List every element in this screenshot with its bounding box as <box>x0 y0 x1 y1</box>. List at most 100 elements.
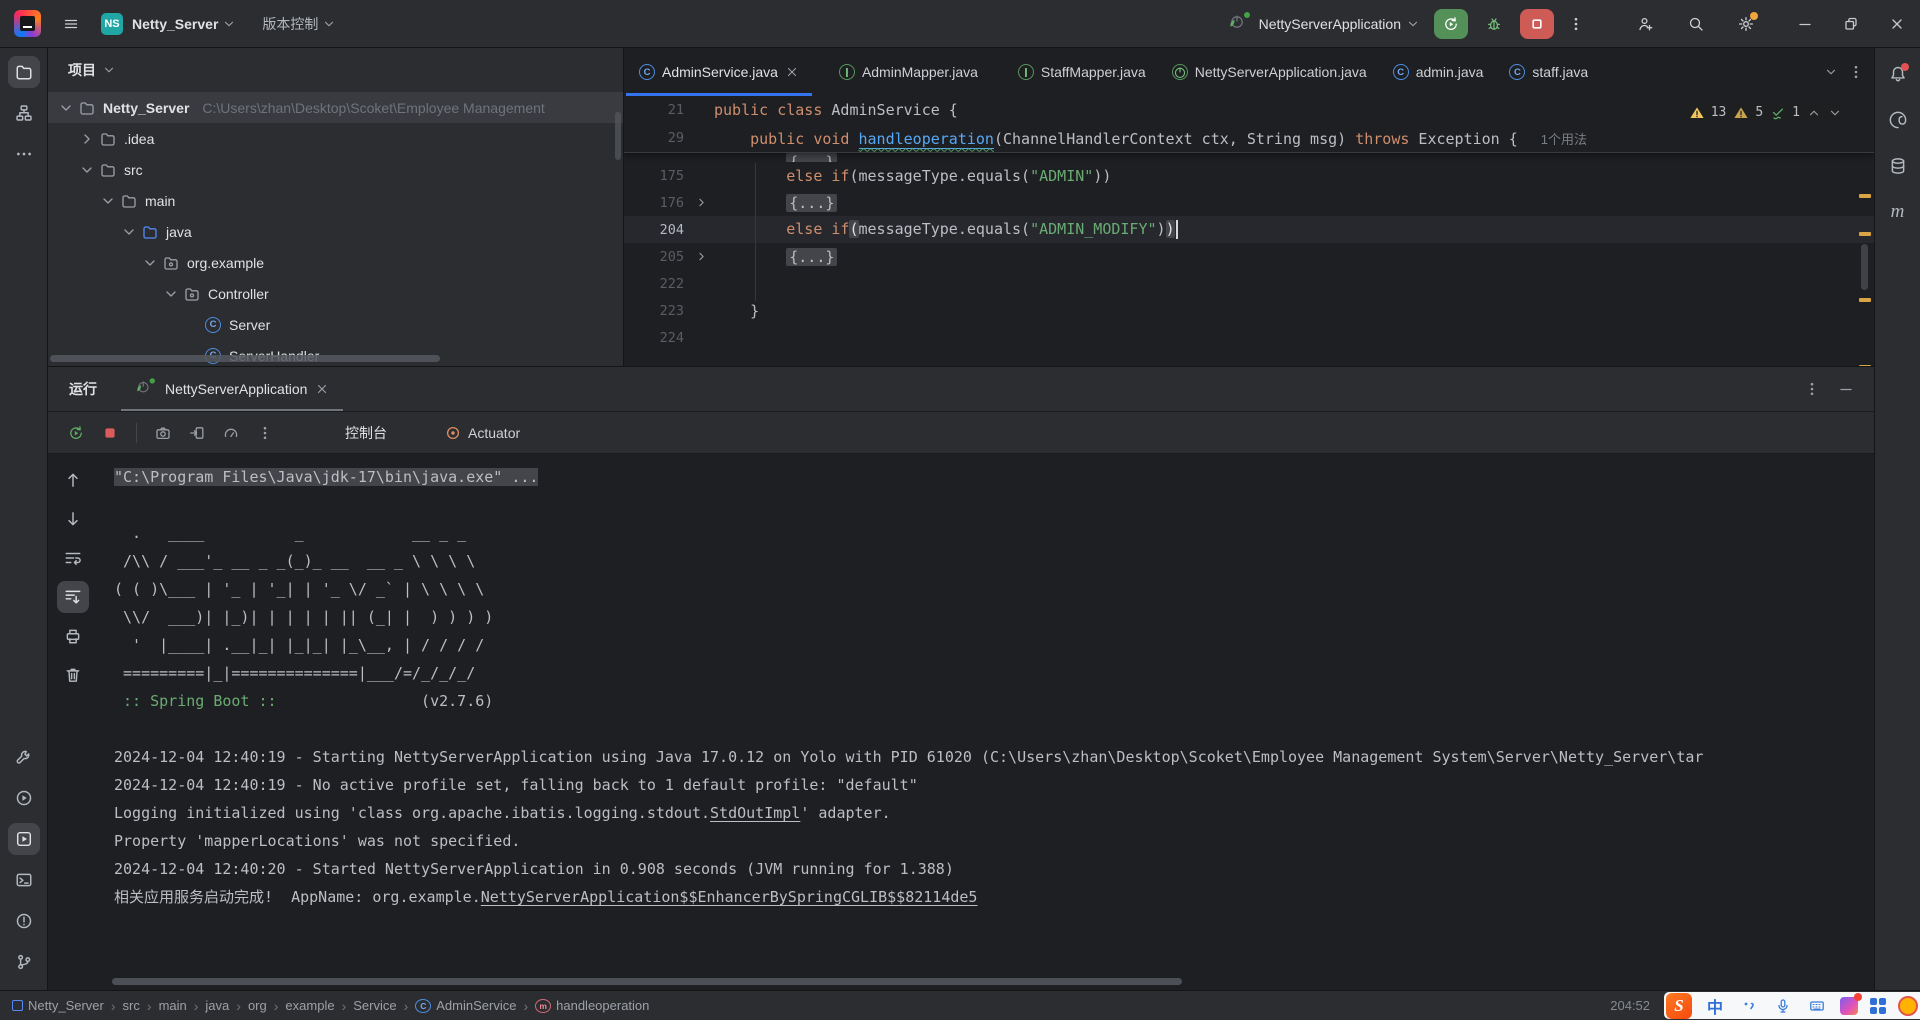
close-icon[interactable] <box>785 65 799 79</box>
tree-vertical-scrollbar[interactable] <box>615 112 621 160</box>
stripe-ai-assistant-button[interactable] <box>1882 104 1914 136</box>
chevron-down-icon[interactable] <box>142 255 158 271</box>
window-restore-button[interactable] <box>1828 0 1874 48</box>
kebab-button[interactable] <box>251 419 279 447</box>
debug-button[interactable] <box>1478 8 1510 40</box>
breadcrumb-item-adminservice[interactable]: C AdminService <box>415 998 516 1013</box>
tab-actuator[interactable]: Actuator <box>429 425 536 441</box>
rerun-button[interactable] <box>1434 8 1468 39</box>
editor-tab-adminservice-java[interactable]: C AdminService.java <box>626 48 812 96</box>
scroll-end-button[interactable] <box>57 581 89 613</box>
tree-item-src[interactable]: src <box>48 154 623 185</box>
editor-tab-admin-java[interactable]: Cadmin.java <box>1380 48 1497 96</box>
breadcrumb-item-service[interactable]: Service <box>353 998 396 1013</box>
window-close-button[interactable] <box>1874 0 1920 48</box>
tree-item-java[interactable]: java <box>48 216 623 247</box>
inspections-widget[interactable]: 13 5 1 <box>1684 103 1846 122</box>
hide-panel-icon[interactable] <box>1838 381 1854 397</box>
chevron-down-icon[interactable] <box>100 193 116 209</box>
import-button[interactable] <box>183 419 211 447</box>
mic-icon[interactable] <box>1772 995 1794 1017</box>
console-output[interactable]: "C:\Program Files\Java\jdk-17\bin\java.e… <box>98 454 1874 990</box>
stripe-services-button[interactable] <box>7 823 40 855</box>
console-horizontal-scrollbar[interactable] <box>112 978 1182 985</box>
search-everywhere-button[interactable] <box>1680 8 1712 40</box>
editor-tab-staff-java[interactable]: Cstaff.java <box>1496 48 1601 96</box>
arrow-down-button[interactable] <box>57 503 89 535</box>
tree-horizontal-scrollbar[interactable] <box>50 355 440 362</box>
fold-arrow-icon[interactable] <box>688 196 714 209</box>
stop-button[interactable] <box>96 419 124 447</box>
punct-icon[interactable] <box>1738 995 1760 1017</box>
skin-icon[interactable] <box>1840 992 1862 1015</box>
chevron-down-icon[interactable] <box>79 162 95 178</box>
settings-button[interactable] <box>1730 8 1762 40</box>
vcs-menu[interactable]: 版本控制 <box>262 14 318 34</box>
stripe-problems-button[interactable] <box>8 905 40 937</box>
stripe-structure-button[interactable] <box>8 97 40 129</box>
tab-console[interactable]: 控制台 <box>329 423 403 443</box>
printer-button[interactable] <box>57 620 89 652</box>
camera-button[interactable] <box>149 419 177 447</box>
tree-item-org.example[interactable]: org.example <box>48 247 623 278</box>
tab-list-chevron-icon[interactable] <box>1824 65 1838 79</box>
fold-arrow-icon[interactable] <box>688 250 714 263</box>
breadcrumb-item-netty_server[interactable]: Netty_Server <box>12 998 104 1013</box>
tab-options-kebab-icon[interactable] <box>1848 64 1864 80</box>
breadcrumb-item-src[interactable]: src <box>123 998 140 1013</box>
tree-item-controller[interactable]: Controller <box>48 278 623 309</box>
stripe-database-button[interactable] <box>1882 150 1914 182</box>
window-minimize-button[interactable] <box>1782 0 1828 48</box>
project-switcher[interactable]: Netty_Server <box>132 16 218 32</box>
breadcrumb-item-org[interactable]: org <box>248 998 267 1013</box>
chevron-down-icon[interactable] <box>222 17 236 31</box>
chevron-down-icon[interactable] <box>322 17 336 31</box>
gauge-button[interactable] <box>217 419 245 447</box>
chevron-down-icon[interactable] <box>121 224 137 240</box>
main-menu-button[interactable] <box>55 8 87 40</box>
stripe-terminal-button[interactable] <box>8 864 40 896</box>
rerun-button[interactable] <box>62 419 90 447</box>
soft-wrap-button[interactable] <box>57 542 89 574</box>
chinese-mode-icon[interactable]: 中 <box>1704 995 1726 1017</box>
editor-scrollbar-thumb[interactable] <box>1861 244 1868 290</box>
stripe-maven-button[interactable]: m <box>1882 196 1914 228</box>
chevron-right-icon[interactable] <box>79 131 95 147</box>
grid-icon[interactable] <box>1870 997 1886 1014</box>
breadcrumb-item-java[interactable]: java <box>205 998 229 1013</box>
caret-position[interactable]: 204:52 <box>1610 998 1650 1013</box>
editor-tab-staffmapper-java[interactable]: I StaffMapper.java <box>991 48 1159 96</box>
run-options-kebab-icon[interactable] <box>1804 381 1820 397</box>
breadcrumb-item-main[interactable]: main <box>159 998 187 1013</box>
project-panel-header[interactable]: 项目 <box>48 48 623 92</box>
stripe-git-branch-button[interactable] <box>8 946 40 978</box>
chevron-down-icon[interactable] <box>102 63 116 77</box>
stripe-project-folder-button[interactable] <box>7 56 40 88</box>
tree-item-server[interactable]: C Server <box>48 309 623 340</box>
stripe-build-button[interactable] <box>8 741 40 773</box>
stripe-notifications-button[interactable] <box>1882 58 1914 90</box>
tree-item-serverhandler[interactable]: CServerHandler <box>48 340 623 366</box>
trash-button[interactable] <box>57 659 89 691</box>
prev-issue-chevron-icon[interactable] <box>1807 106 1821 120</box>
emoji-icon[interactable] <box>1898 995 1918 1016</box>
sogou-icon[interactable]: S <box>1666 992 1692 1019</box>
breadcrumb-item-example[interactable]: example <box>285 998 334 1013</box>
chevron-down-icon[interactable] <box>1406 17 1420 31</box>
chevron-down-icon[interactable] <box>163 286 179 302</box>
keyboard-icon[interactable] <box>1806 995 1828 1017</box>
next-issue-chevron-icon[interactable] <box>1828 106 1842 120</box>
tree-item-main[interactable]: main <box>48 185 623 216</box>
run-config-selector[interactable]: NettyServerApplication <box>1259 16 1401 32</box>
code-with-me-button[interactable] <box>1630 8 1662 40</box>
error-stripe[interactable] <box>1857 148 1871 366</box>
stop-button[interactable] <box>1520 8 1554 39</box>
more-actions-button[interactable] <box>1560 8 1592 40</box>
run-session-tab[interactable]: NettyServerApplication <box>121 367 344 411</box>
ime-toolbar[interactable]: S中 <box>1664 992 1920 1019</box>
close-icon[interactable] <box>315 382 329 396</box>
editor-tab-nettyserverapplication-java[interactable]: NettyServerApplication.java <box>1159 48 1380 96</box>
tree-item-.idea[interactable]: .idea <box>48 123 623 154</box>
arrow-up-button[interactable] <box>57 464 89 496</box>
stripe-more-button[interactable] <box>8 138 40 170</box>
